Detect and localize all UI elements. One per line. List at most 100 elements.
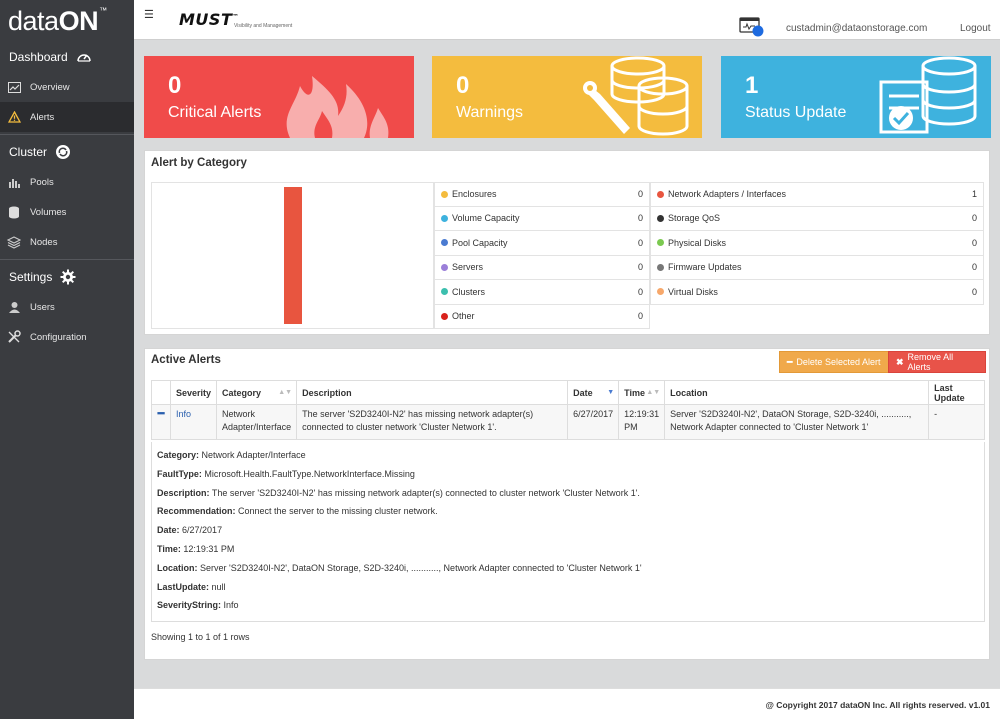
detail-value: Server 'S2D3240I-N2', DataON Storage, S2…	[200, 562, 642, 573]
alert-by-category-panel: Alert by Category Enclosures 0 Volume Capa…	[144, 150, 990, 335]
sidebar-item-label: Pools	[30, 176, 54, 188]
sidebar-item-nodes[interactable]: Nodes	[0, 227, 134, 257]
detail-line: Category: Network Adapter/Interface	[157, 446, 979, 465]
legend-dot-icon	[657, 288, 664, 296]
column-header-category[interactable]: Category ▲▼	[216, 380, 298, 405]
detail-label: Location:	[157, 562, 198, 573]
category-count: 0	[637, 311, 643, 322]
detail-label: SeverityString:	[157, 600, 222, 611]
legend-dot-icon	[441, 263, 448, 271]
section-title: Dashboard	[9, 50, 68, 64]
legend-dot-icon	[657, 190, 664, 198]
gauge-icon	[76, 50, 92, 64]
dataon-logo[interactable]: dataON™	[0, 0, 134, 42]
top-bar: ☰ MUST™ Visibility and Management custad…	[134, 0, 1000, 40]
logout-link[interactable]: Logout	[960, 23, 991, 34]
user-console-icon[interactable]	[739, 16, 765, 41]
category-name: Physical Disks	[668, 237, 727, 248]
category-bar-chart	[284, 187, 302, 324]
detail-label: Recommendation:	[157, 506, 236, 517]
sidebar-item-volumes[interactable]: Volumes	[0, 197, 134, 227]
detail-value: 12:19:31 PM	[183, 543, 235, 554]
category-row: Network Adapters / Interfaces 1	[650, 182, 984, 207]
detail-value: Info	[223, 600, 239, 611]
warnings-tile[interactable]: 0 Warnings	[432, 56, 702, 138]
column-header-last-update[interactable]: Last Update	[928, 380, 985, 405]
sidebar-item-label: Nodes	[30, 236, 58, 248]
status-update-tile[interactable]: 1 Status Update	[721, 56, 991, 138]
footer: @ Copyright 2017 dataON Inc. All rights …	[134, 688, 1000, 719]
category-name: Network Adapters / Interfaces	[668, 189, 787, 200]
detail-value: 6/27/2017	[182, 525, 223, 536]
critical-alerts-tile[interactable]: 0 Critical Alerts	[144, 56, 414, 138]
legend-dot-icon	[441, 239, 448, 247]
sort-icon: ▲▼	[646, 389, 661, 396]
pagination-info: Showing 1 to 1 of 1 rows	[151, 632, 250, 642]
sidebar-item-label: Users	[30, 301, 55, 313]
logo-text-prefix: data	[8, 6, 59, 36]
category-count: 0	[971, 262, 977, 273]
detail-line: Time: 12:19:31 PM	[157, 540, 979, 559]
sidebar-item-label: Volumes	[30, 206, 67, 218]
sidebar-item-alerts[interactable]: Alerts	[0, 102, 134, 132]
legend-dot-icon	[441, 214, 448, 222]
sidebar-item-label: Alerts	[30, 111, 55, 123]
category-name: Enclosures	[452, 189, 497, 200]
category-chart	[151, 182, 434, 329]
detail-label: LastUpdate:	[157, 581, 210, 592]
category-row: Pool Capacity 0	[434, 231, 650, 256]
warnings-count: 0	[456, 72, 470, 99]
warning-icon	[7, 110, 21, 124]
collapse-toggle[interactable]: ━	[151, 404, 171, 440]
category-count: 0	[637, 189, 643, 200]
column-header-select	[151, 380, 171, 405]
column-header-location[interactable]: Location	[664, 380, 930, 405]
detail-label: FaultType:	[157, 468, 202, 479]
wrench-icon	[7, 330, 21, 344]
chart-bar[interactable]	[284, 187, 302, 324]
sidebar-item-configuration[interactable]: Configuration	[0, 322, 134, 352]
menu-toggle-icon[interactable]: ☰	[144, 8, 154, 21]
legend-dot-icon	[441, 288, 448, 296]
category-count: 0	[637, 237, 643, 248]
section-title: Settings	[9, 270, 53, 284]
cell-category: Network Adapter/Interface	[216, 404, 298, 440]
sidebar-item-overview[interactable]: Overview	[0, 72, 134, 102]
category-name: Storage QoS	[668, 213, 721, 224]
category-row: Volume Capacity 0	[434, 206, 650, 231]
detail-value: null	[211, 581, 226, 592]
close-icon: ✖	[896, 356, 904, 367]
column-header-date[interactable]: Date ▼	[567, 380, 620, 405]
sidebar-item-users[interactable]: Users	[0, 292, 134, 322]
table-row[interactable]: ━ Info Network Adapter/Interface The ser…	[151, 404, 985, 440]
column-header-description[interactable]: Description	[296, 380, 569, 405]
category-name: Other	[452, 311, 475, 322]
category-row: Servers 0	[434, 255, 650, 280]
severity-link[interactable]: Info	[176, 409, 191, 419]
delete-selected-alert-button[interactable]: ━ Delete Selected Alert	[779, 351, 889, 373]
cell-date: 6/27/2017	[567, 404, 620, 440]
category-count: 0	[971, 213, 977, 224]
sidebar-section-dashboard[interactable]: Dashboard	[0, 42, 134, 72]
category-count: 0	[971, 286, 977, 297]
column-label: Date	[573, 387, 593, 398]
sidebar-item-pools[interactable]: Pools	[0, 167, 134, 197]
database-icon	[7, 205, 21, 219]
sort-icon: ▲▼	[278, 389, 293, 396]
remove-all-alerts-button[interactable]: ✖ Remove All Alerts	[888, 351, 986, 373]
sidebar-divider	[0, 259, 134, 260]
category-name: Servers	[452, 262, 484, 273]
column-label: Severity	[176, 387, 212, 398]
column-header-severity[interactable]: Severity	[169, 380, 218, 405]
category-name: Virtual Disks	[668, 286, 718, 297]
detail-line: Date: 6/27/2017	[157, 521, 979, 540]
category-name: Volume Capacity	[452, 213, 520, 224]
category-row: Clusters 0	[434, 280, 650, 305]
category-name: Pool Capacity	[452, 237, 508, 248]
sidebar-section-cluster[interactable]: Cluster	[0, 137, 134, 167]
column-header-time[interactable]: Time ▲▼	[618, 380, 666, 405]
critical-alerts-count: 0	[168, 72, 182, 99]
user-email[interactable]: custadmin@dataonstorage.com	[786, 23, 927, 34]
sidebar-section-settings[interactable]: Settings	[0, 262, 134, 292]
section-title: Cluster	[9, 145, 48, 159]
